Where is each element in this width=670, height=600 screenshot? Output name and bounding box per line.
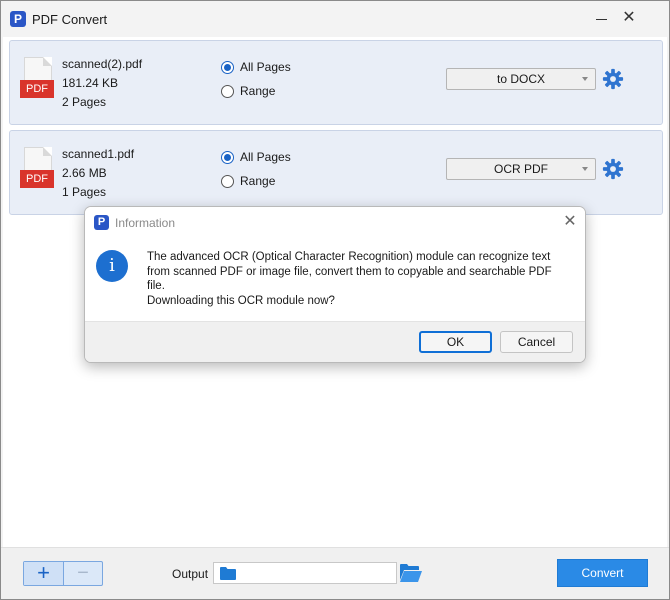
radio-label: Range <box>240 174 276 188</box>
radio-range[interactable]: Range <box>221 83 291 107</box>
ok-button[interactable]: OK <box>419 331 492 353</box>
close-icon: ✕ <box>563 213 577 230</box>
chevron-down-icon <box>582 167 588 171</box>
information-dialog: P Information ✕ i The advanced OCR (Opti… <box>84 206 586 363</box>
app-logo-icon: P <box>10 11 26 27</box>
minimize-button[interactable] <box>589 7 613 31</box>
minimize-icon <box>596 19 607 20</box>
output-path-field[interactable] <box>213 562 397 584</box>
bottom-toolbar: + − Output Convert <box>1 547 669 599</box>
dialog-close-button[interactable]: ✕ <box>559 211 581 233</box>
dialog-footer: OK Cancel <box>85 321 585 362</box>
pdf-file-icon: PDF <box>20 147 54 191</box>
radio-label: Range <box>240 84 276 98</box>
format-select[interactable]: to DOCX <box>446 68 596 90</box>
app-logo-icon: P <box>94 215 109 230</box>
radio-all-pages[interactable]: All Pages <box>221 59 291 83</box>
file-row[interactable]: PDF scanned1.pdf 2.66 MB 1 Pages All Pag… <box>9 130 663 215</box>
message-line: file. <box>147 280 165 292</box>
pdf-badge: PDF <box>20 80 54 98</box>
file-pages: 1 Pages <box>62 185 107 199</box>
format-select[interactable]: OCR PDF <box>446 158 596 180</box>
radio-label: All Pages <box>240 60 291 74</box>
message-line: Downloading this OCR module now? <box>147 294 335 307</box>
dialog-message: The advanced OCR (Optical Character Reco… <box>147 250 577 308</box>
file-size: 2.66 MB <box>62 166 107 180</box>
convert-button[interactable]: Convert <box>557 559 648 587</box>
close-button[interactable]: ✕ <box>617 7 641 31</box>
page-fold <box>43 147 52 156</box>
format-value: OCR PDF <box>494 162 548 176</box>
file-name: scanned(2).pdf <box>62 57 143 71</box>
file-name: scanned1.pdf <box>62 147 135 161</box>
pdf-file-icon: PDF <box>20 57 54 101</box>
folder-icon <box>220 567 236 580</box>
file-pages: 2 Pages <box>62 95 107 109</box>
open-folder-icon[interactable] <box>399 562 423 584</box>
file-info: scanned(2).pdf 181.24 KB 2 Pages <box>62 55 142 112</box>
message-line: from scanned PDF or image file, convert … <box>147 265 552 278</box>
radio-dot[interactable] <box>221 85 234 98</box>
radio-all-pages[interactable]: All Pages <box>221 149 291 173</box>
remove-file-button[interactable]: − <box>64 562 102 585</box>
window-title: PDF Convert <box>32 12 108 27</box>
format-value: to DOCX <box>496 72 545 86</box>
gear-icon[interactable] <box>602 68 624 90</box>
message-line: The advanced OCR (Optical Character Reco… <box>147 251 551 263</box>
gear-icon[interactable] <box>602 158 624 180</box>
file-size: 181.24 KB <box>62 76 119 90</box>
radio-dot[interactable] <box>221 151 234 164</box>
add-remove-group: + − <box>23 561 103 586</box>
title-bar: P PDF Convert ✕ <box>1 1 669 37</box>
chevron-down-icon <box>582 77 588 81</box>
file-info: scanned1.pdf 2.66 MB 1 Pages <box>62 145 134 202</box>
add-file-button[interactable]: + <box>24 562 64 585</box>
close-icon: ✕ <box>622 9 636 26</box>
radio-range[interactable]: Range <box>221 173 291 197</box>
radio-label: All Pages <box>240 150 291 164</box>
output-label: Output <box>172 567 209 581</box>
radio-dot[interactable] <box>221 61 234 74</box>
info-icon: i <box>96 250 128 282</box>
dialog-title: Information <box>115 216 176 230</box>
pdf-badge: PDF <box>20 170 54 188</box>
radio-dot[interactable] <box>221 175 234 188</box>
page-fold <box>43 57 52 66</box>
page-range-group: All Pages Range <box>221 59 291 107</box>
cancel-button[interactable]: Cancel <box>500 331 573 353</box>
file-row[interactable]: PDF scanned(2).pdf 181.24 KB 2 Pages All… <box>9 40 663 125</box>
dialog-title-bar: P Information ✕ <box>85 207 585 237</box>
page-range-group: All Pages Range <box>221 149 291 197</box>
